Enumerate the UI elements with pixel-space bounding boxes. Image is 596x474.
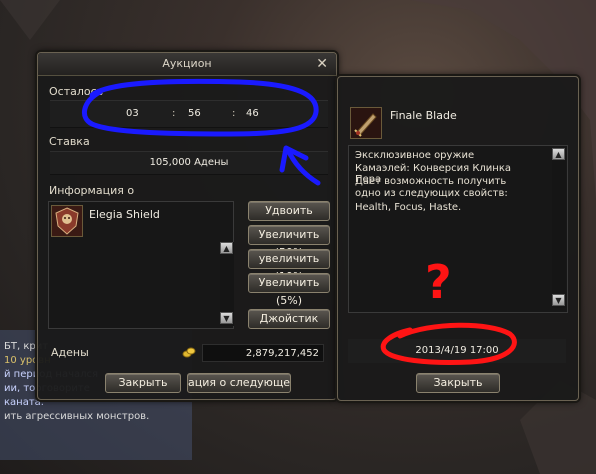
increase-10-button[interactable]: увеличить (10% (248, 249, 330, 283)
item-description: Эксклюзивное оружие Камаэлей: Конверсия … (348, 145, 568, 313)
shield-item-icon[interactable] (51, 205, 83, 237)
timer-minutes: 56 (188, 108, 201, 119)
adena-label: Адены (51, 346, 89, 359)
auction-title-bar[interactable]: Аукцион ✕ (38, 53, 336, 76)
detail-item-name: Finale Blade (390, 109, 457, 122)
joystick-button[interactable]: Джойстик (248, 309, 330, 329)
chat-line: ить агрессивных монстров. (4, 411, 150, 422)
bid-label: Ставка (49, 135, 90, 148)
description-scrollbar[interactable]: ▲ ▼ (552, 148, 566, 308)
desc-line: Дает возможность получить (355, 176, 507, 187)
info-label: Информация о (49, 184, 135, 197)
close-button[interactable]: Закрыть (105, 373, 181, 393)
desc-line: Health, Focus, Haste. (355, 202, 462, 213)
timer-separator: : (232, 108, 236, 119)
sword-item-icon[interactable] (350, 107, 382, 139)
timer-hours: 03 (126, 108, 139, 119)
item-name: Elegia Shield (89, 208, 160, 221)
scroll-up-icon[interactable]: ▲ (552, 148, 565, 160)
scroll-down-icon[interactable]: ▼ (552, 294, 565, 306)
timer-separator: : (172, 108, 176, 119)
detail-close-button[interactable]: Закрыть (416, 373, 500, 393)
countdown-timer: 03 : 56 : 46 (50, 100, 328, 128)
remaining-label: Осталось (49, 85, 104, 98)
increase-50-button[interactable]: Увеличить (50% (248, 225, 330, 259)
double-bid-button[interactable]: Удвоить ставку (248, 201, 330, 235)
auction-window: Аукцион ✕ Осталось 03 : 56 : 46 Ставка 1… (37, 52, 337, 400)
window-title: Аукцион (162, 57, 212, 70)
auction-end-date: 2013/4/19 17:00 (348, 339, 566, 363)
item-detail-window: Finale Blade Эксклюзивное оружие Камаэле… (337, 76, 579, 401)
adena-amount: 2,879,217,452 (202, 344, 324, 362)
desc-line: Эксклюзивное оружие (355, 150, 475, 161)
desc-line: Камаэлей: Конверсия Клинка (355, 163, 512, 174)
bid-value: 105,000 Адены (50, 151, 328, 175)
increase-5-button[interactable]: Увеличить (5%) (248, 273, 330, 307)
scroll-up-icon[interactable]: ▲ (220, 242, 233, 254)
item-scrollbar[interactable]: ▲ ▼ (220, 242, 234, 326)
item-info-box: Elegia Shield ▲ ▼ (48, 201, 234, 329)
next-info-button[interactable]: ация о следующем с (187, 373, 291, 393)
close-icon[interactable]: ✕ (316, 53, 328, 75)
timer-seconds: 46 (246, 108, 259, 119)
adena-coins-icon (182, 346, 196, 361)
scroll-down-icon[interactable]: ▼ (220, 312, 233, 324)
desc-line: одно из следующих свойств: (355, 188, 508, 199)
